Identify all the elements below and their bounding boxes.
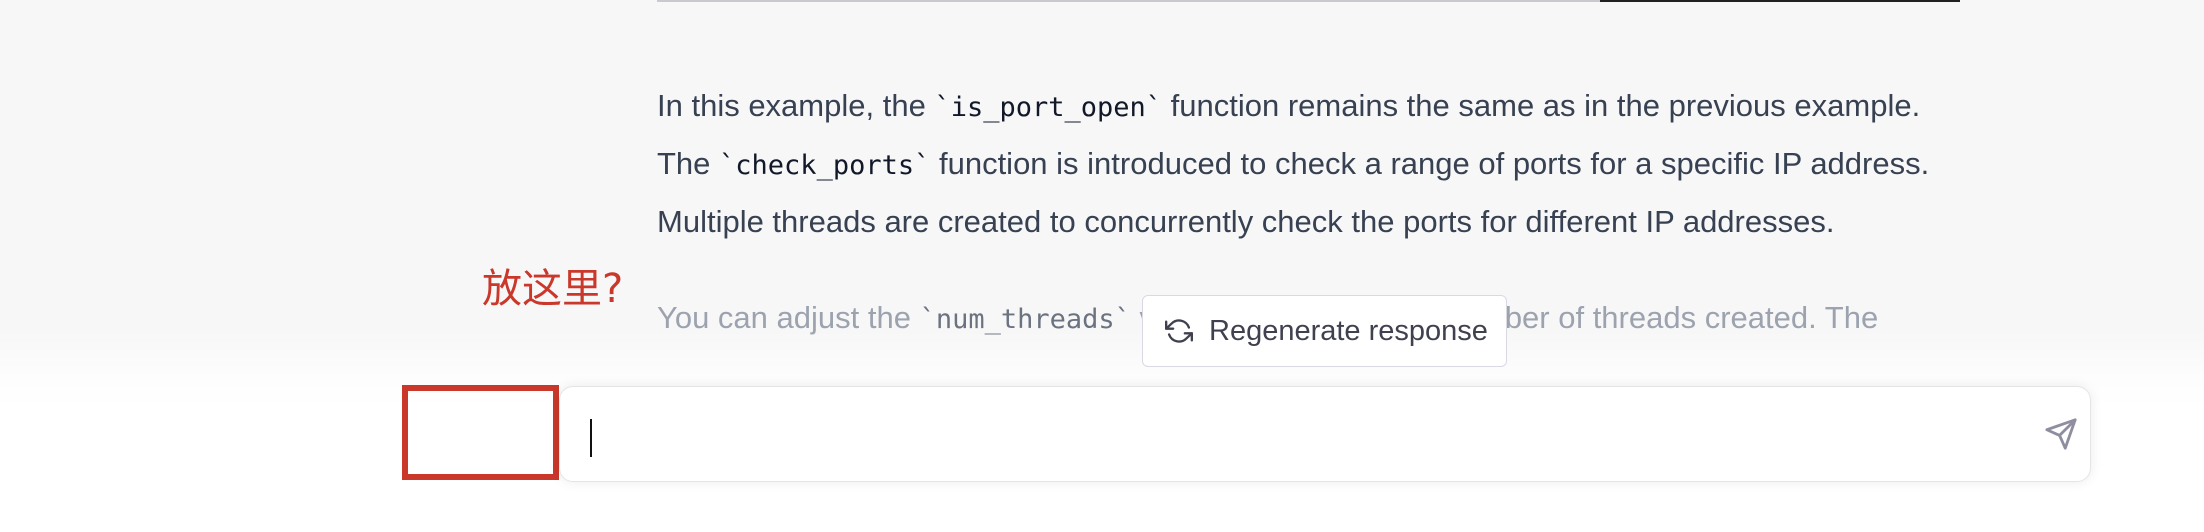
text-span: In this example, the [657,88,935,123]
paper-plane-icon [2045,418,2077,450]
inline-code: `check_ports` [719,150,931,181]
refresh-icon [1165,319,1193,343]
text-cursor [590,419,592,457]
annotation-label: 放这里? [482,266,624,312]
message-paragraph: In this example, the `is_port_open` func… [657,78,1960,250]
code-block-scrollbar[interactable] [1600,0,1960,2]
regenerate-response-button[interactable]: Regenerate response [1142,295,1507,367]
composer [559,386,2091,482]
annotation-box [402,385,559,480]
regenerate-label: Regenerate response [1209,314,1488,347]
code-block-bottom-edge [657,0,1960,2]
inline-code: `is_port_open` [934,92,1163,123]
message-input[interactable] [590,409,2010,459]
send-button[interactable] [2034,407,2088,461]
